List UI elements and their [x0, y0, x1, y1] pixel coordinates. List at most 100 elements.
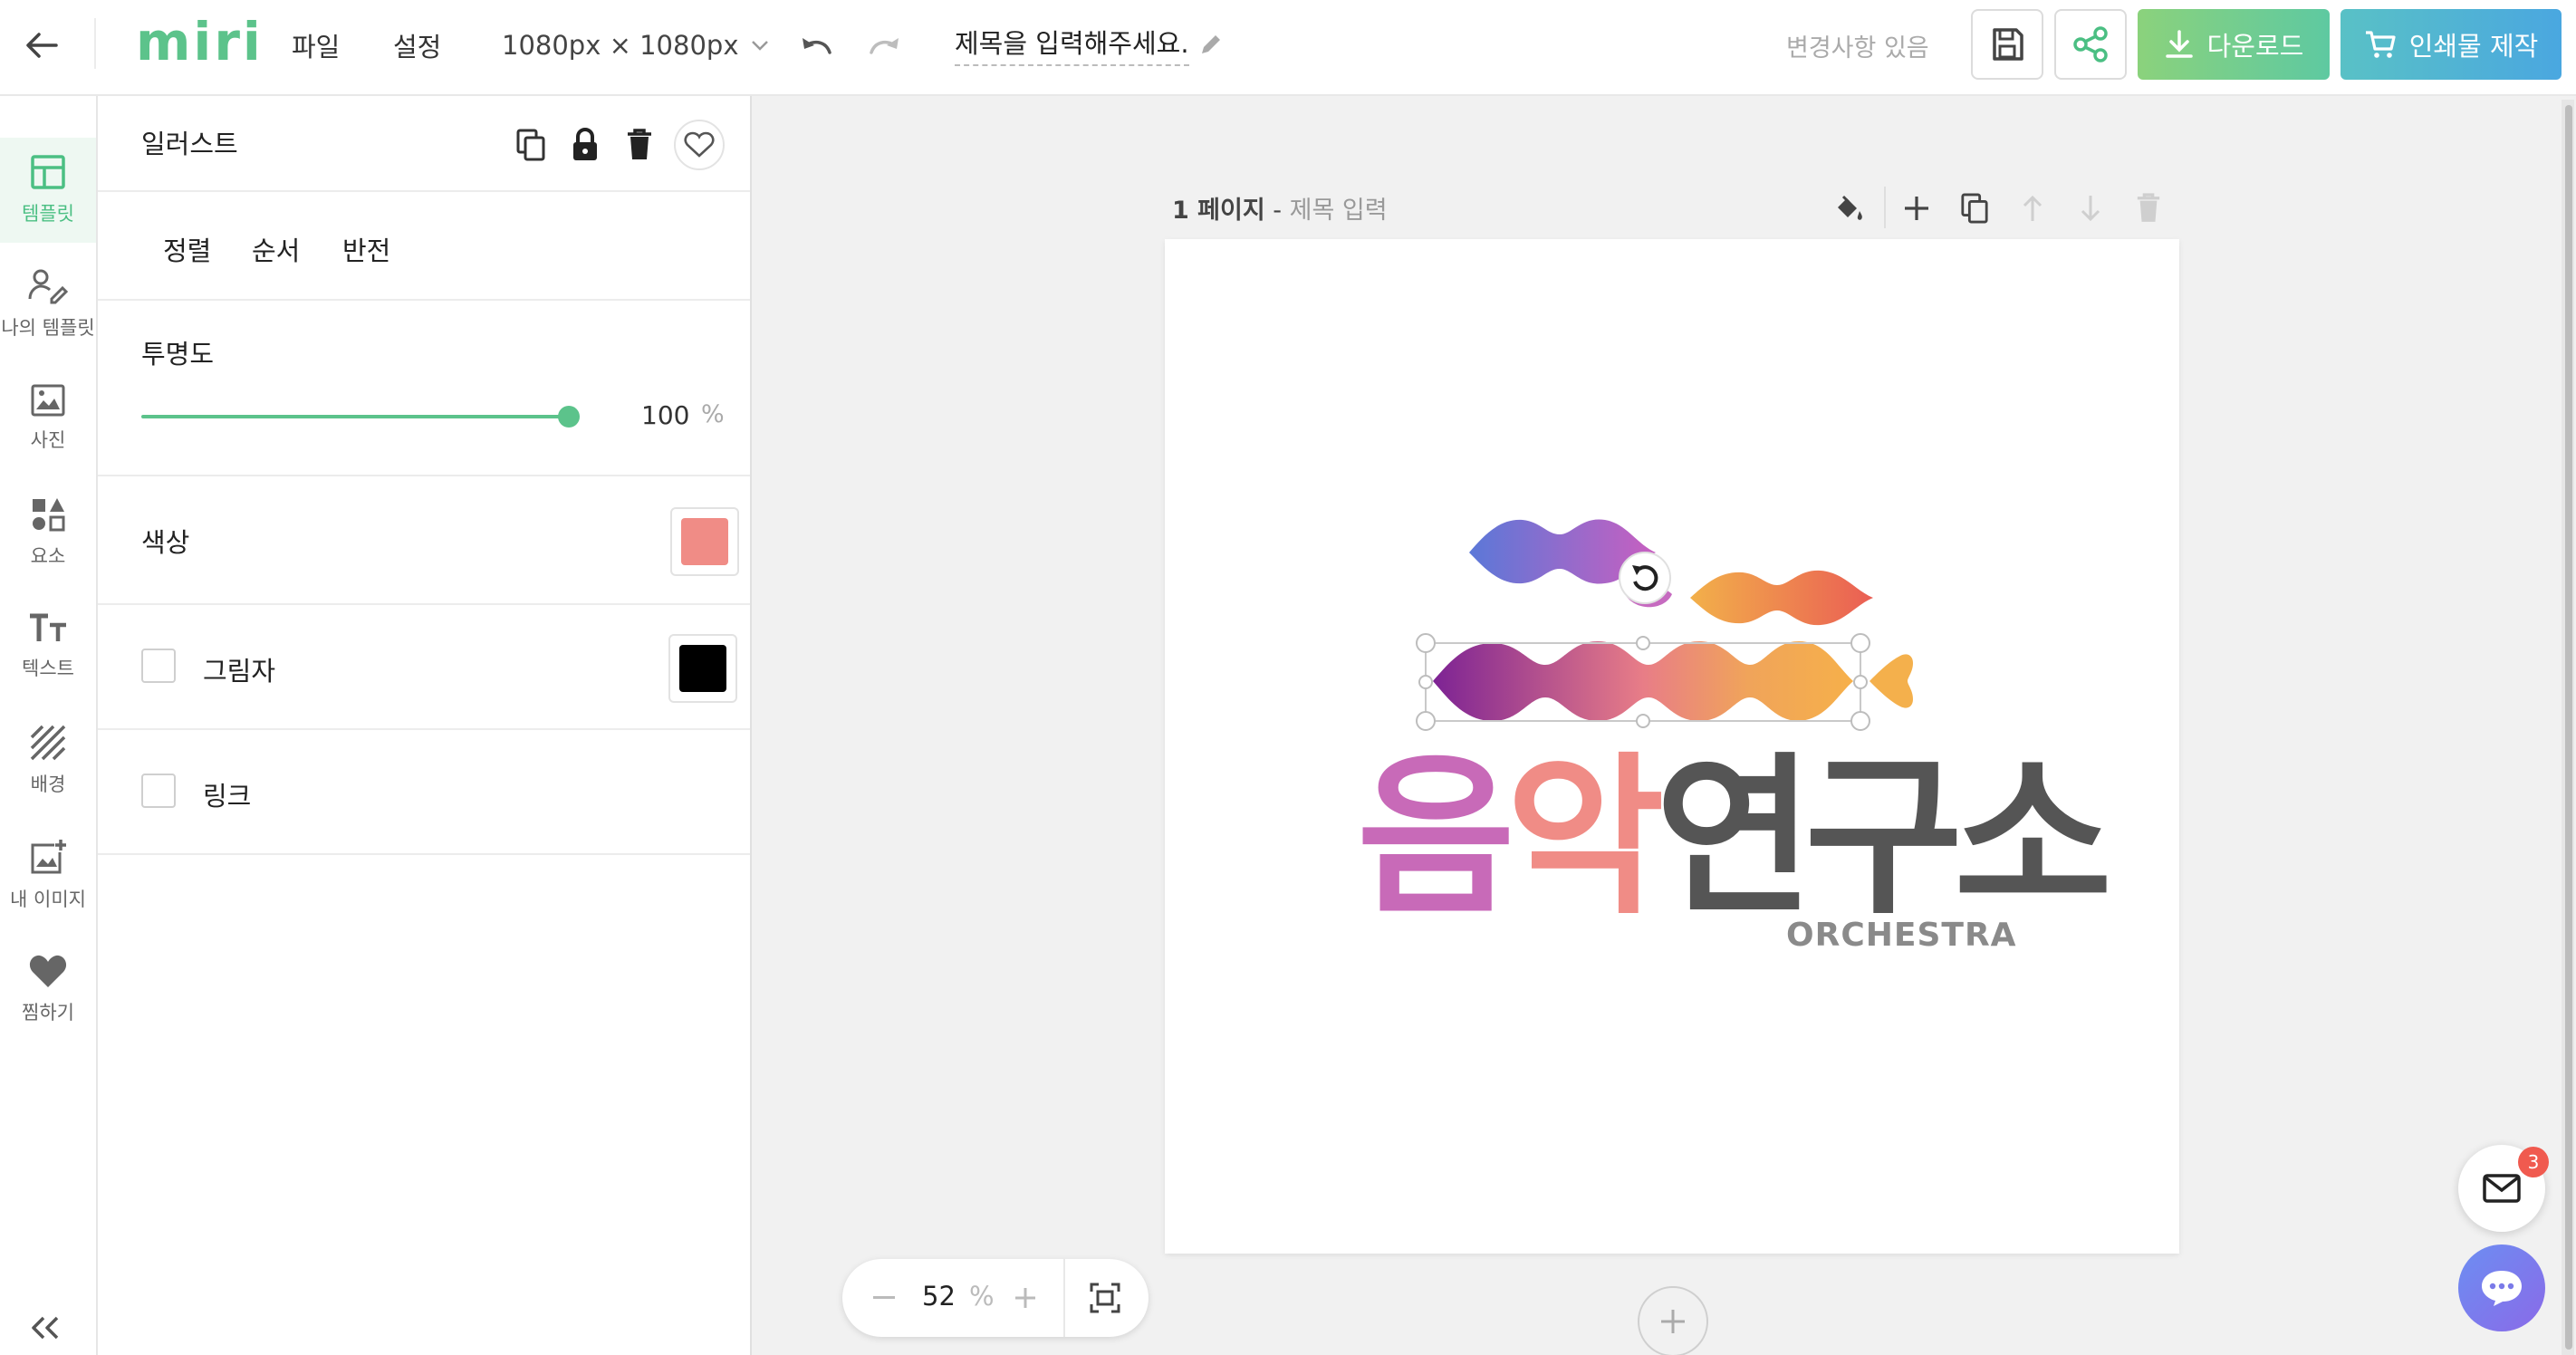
- print-order-button[interactable]: 인쇄물 제작: [2341, 9, 2562, 80]
- floppy-disk-icon: [1993, 28, 2023, 61]
- header-divider: [94, 18, 96, 69]
- resize-handle-top[interactable]: [1636, 636, 1650, 650]
- miri-logo[interactable]: miri: [136, 9, 264, 74]
- minus-icon: [873, 1296, 895, 1299]
- sidebar-item-label: 찜하기: [22, 1002, 74, 1023]
- color-picker-button[interactable]: [670, 507, 739, 576]
- undo-icon: [803, 38, 831, 54]
- page-tools-divider: [1884, 187, 1886, 228]
- opacity-label: 투명도: [141, 339, 215, 370]
- add-page-button[interactable]: [1638, 1286, 1708, 1355]
- wave-shape-top-right[interactable]: [1690, 570, 1873, 626]
- resize-handle-bottom[interactable]: [1636, 714, 1650, 728]
- link-checkbox[interactable]: [141, 774, 176, 808]
- download-button[interactable]: 다운로드: [2138, 9, 2330, 80]
- redo-icon: [870, 38, 899, 54]
- page-separator: -: [1264, 197, 1290, 225]
- wave-shape-selected[interactable]: [1433, 641, 1913, 721]
- opacity-slider-thumb[interactable]: [558, 406, 580, 428]
- fit-to-screen-button[interactable]: [1085, 1278, 1125, 1318]
- plus-icon: [1661, 1310, 1685, 1333]
- logo-syllable-rest: 연구소: [1655, 737, 2112, 937]
- shadow-color-button[interactable]: [668, 634, 737, 703]
- arrow-up-icon: [2023, 195, 2043, 221]
- chat-support-button[interactable]: [2458, 1244, 2545, 1331]
- page-label: 1 페이지 - 제목 입력: [1172, 190, 1388, 226]
- link-label: 링크: [203, 781, 252, 812]
- shadow-checkbox[interactable]: [141, 649, 176, 683]
- save-button[interactable]: [1971, 9, 2043, 80]
- heart-outline-icon: [684, 131, 715, 158]
- double-chevron-left-icon: [32, 1316, 59, 1340]
- sidebar-item-label: 텍스트: [22, 658, 74, 679]
- page-background-button[interactable]: [1830, 188, 1870, 228]
- duplicate-page-button[interactable]: [1955, 188, 1994, 228]
- user-edit-icon: [28, 269, 68, 304]
- share-icon: [2073, 26, 2108, 62]
- sidebar-item-label: 템플릿: [22, 203, 74, 225]
- sidebar-item-favorites[interactable]: 찜하기: [0, 937, 96, 1042]
- delete-page-button[interactable]: [2129, 188, 2168, 228]
- delete-button[interactable]: [620, 125, 659, 165]
- move-page-up-button[interactable]: [2013, 188, 2052, 228]
- opacity-slider-track[interactable]: [141, 415, 569, 418]
- panel-divider: [98, 853, 750, 855]
- logo-syllable-1: 음: [1357, 737, 1515, 937]
- sidebar-item-my-images[interactable]: 내 이미지: [0, 822, 96, 927]
- add-page-top-button[interactable]: [1897, 188, 1937, 228]
- redo-button[interactable]: [859, 20, 909, 71]
- menu-file[interactable]: 파일: [292, 24, 340, 67]
- tab-align[interactable]: 정렬: [163, 230, 211, 268]
- menu-settings[interactable]: 설정: [393, 24, 441, 67]
- sidebar-item-photos[interactable]: 사진: [0, 366, 96, 471]
- canvas-size-select[interactable]: 1080px × 1080px: [502, 24, 769, 67]
- sidebar-item-label: 요소: [30, 545, 66, 567]
- resize-handle-left[interactable]: [1418, 675, 1433, 689]
- move-page-down-button[interactable]: [2071, 188, 2110, 228]
- sidebar-item-templates[interactable]: 템플릿: [0, 138, 96, 243]
- duplicate-button[interactable]: [511, 125, 551, 165]
- panel-divider: [98, 603, 750, 605]
- mail-icon: [2483, 1174, 2521, 1203]
- page-name[interactable]: 제목 입력: [1290, 197, 1388, 225]
- collapse-sidebar-button[interactable]: [18, 1301, 72, 1355]
- heart-icon: [29, 955, 67, 987]
- shadow-label: 그림자: [203, 656, 276, 687]
- copy-icon: [1961, 193, 1988, 224]
- tab-order[interactable]: 순서: [252, 230, 300, 268]
- resize-handle-tl[interactable]: [1416, 633, 1436, 653]
- document-title-text: 제목을 입력해주세요.: [955, 23, 1189, 66]
- canvas-artboard[interactable]: 음악연구소 ORCHESTRA: [1165, 239, 2179, 1254]
- sidebar-item-elements[interactable]: 요소: [0, 480, 96, 585]
- opacity-value[interactable]: 100: [641, 400, 689, 430]
- rotate-handle[interactable]: [1619, 552, 1671, 604]
- sidebar-item-text[interactable]: 텍스트: [0, 594, 96, 699]
- favorite-button[interactable]: [674, 120, 725, 170]
- scrollbar-thumb[interactable]: [2565, 105, 2572, 1350]
- undo-button[interactable]: [792, 20, 842, 71]
- tab-flip[interactable]: 반전: [342, 230, 390, 268]
- resize-handle-bl[interactable]: [1416, 711, 1436, 731]
- back-button[interactable]: [16, 20, 67, 71]
- sidebar-item-my-templates[interactable]: 나의 템플릿: [0, 252, 96, 357]
- zoom-value[interactable]: 52: [922, 1281, 956, 1312]
- document-title[interactable]: 제목을 입력해주세요.: [955, 22, 1224, 67]
- zoom-control: 52 %: [842, 1259, 1149, 1337]
- logo-text[interactable]: 음악연구소: [1357, 752, 2112, 924]
- trash-icon: [2137, 193, 2160, 222]
- share-button[interactable]: [2054, 9, 2127, 80]
- canvas-size-value: 1080px × 1080px: [502, 30, 739, 61]
- sidebar-item-label: 배경: [30, 774, 66, 795]
- sidebar-item-background[interactable]: 배경: [0, 708, 96, 813]
- lock-button[interactable]: [565, 125, 605, 165]
- download-label: 다운로드: [2206, 31, 2304, 62]
- zoom-out-button[interactable]: [864, 1278, 904, 1318]
- logo-subtitle[interactable]: ORCHESTRA: [1786, 917, 2017, 954]
- resize-handle-tr[interactable]: [1850, 633, 1870, 653]
- zoom-in-button[interactable]: [1005, 1278, 1045, 1318]
- panel-divider: [98, 728, 750, 730]
- resize-handle-right[interactable]: [1853, 675, 1868, 689]
- resize-handle-br[interactable]: [1850, 711, 1870, 731]
- fit-screen-icon: [1090, 1283, 1120, 1313]
- save-status-text: 변경사항 있음: [1786, 34, 1929, 62]
